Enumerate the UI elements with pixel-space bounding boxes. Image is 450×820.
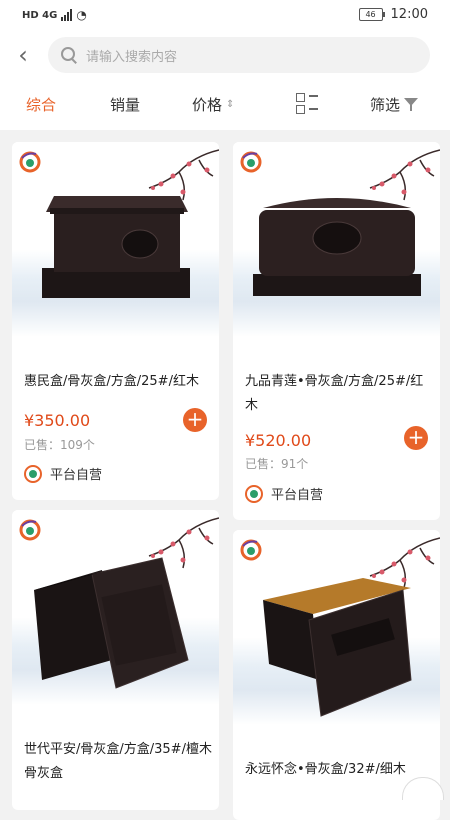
- sort-price-label: 价格: [192, 96, 223, 114]
- product-image: [12, 142, 219, 337]
- network-label: HD 4G: [22, 9, 58, 21]
- header: ‹ 请输入搜索内容: [0, 32, 450, 78]
- product-card[interactable]: 九品青莲•骨灰盒/方盒/25#/红木 ¥520.00 + 已售：91个 平台自营: [233, 142, 440, 520]
- battery-icon: 46: [358, 8, 385, 21]
- sort-price[interactable]: 价格 ⇕: [192, 94, 234, 115]
- product-name: 永远怀念•骨灰盒/32#/细木: [245, 762, 406, 777]
- seller-tag: 平台自营: [245, 484, 323, 503]
- product-price: ¥520.00: [245, 431, 312, 450]
- product-card[interactable]: 惠民盒/骨灰盒/方盒/25#/红木 ¥350.00 + 已售：109个 平台自营: [12, 142, 219, 500]
- clock: 12:00: [390, 7, 428, 22]
- urn-box-illustration: [34, 557, 189, 689]
- urn-box-illustration: [42, 196, 190, 298]
- product-price: ¥350.00: [24, 411, 91, 430]
- product-card[interactable]: 世代平安/骨灰盒/方盒/35#/檀木骨灰盒: [12, 510, 219, 810]
- search-icon: [60, 46, 78, 64]
- product-name: 惠民盒/骨灰盒/方盒/25#/红木: [24, 374, 199, 389]
- status-right: 46 12:00: [358, 7, 428, 22]
- product-card[interactable]: 永远怀念•骨灰盒/32#/细木: [233, 530, 440, 820]
- product-name: 九品青莲•骨灰盒/方盒/25#/红木: [245, 374, 424, 413]
- seller-tag: 平台自营: [24, 464, 102, 483]
- sort-bar: 综合 销量 价格 ⇕ 筛选: [0, 78, 450, 130]
- back-icon[interactable]: ‹: [8, 40, 38, 70]
- seller-label: 平台自营: [271, 488, 324, 503]
- urn-box-illustration: [263, 578, 412, 717]
- sold-count: 已售：91个: [245, 457, 309, 471]
- sort-comprehensive[interactable]: 综合: [26, 94, 56, 115]
- sold-count: 已售：109个: [24, 438, 95, 452]
- sort-comprehensive-label: 综合: [26, 96, 57, 114]
- sort-sales-label: 销量: [110, 96, 141, 114]
- status-left: HD 4G ◔: [22, 8, 87, 22]
- funnel-icon: [404, 97, 419, 112]
- seller-logo-icon: [24, 464, 42, 483]
- filter-label: 筛选: [370, 96, 401, 114]
- product-image: [233, 142, 440, 337]
- seller-logo-icon: [245, 484, 263, 503]
- filter-button[interactable]: 筛选: [370, 94, 419, 115]
- search-placeholder: 请输入搜索内容: [86, 49, 178, 65]
- search-input[interactable]: 请输入搜索内容: [48, 37, 430, 73]
- wifi-icon: ◔: [76, 8, 87, 22]
- product-image: [12, 510, 219, 705]
- add-to-cart-button[interactable]: +: [183, 408, 207, 432]
- layout-toggle-icon[interactable]: [296, 93, 318, 115]
- urn-box-illustration: [253, 198, 421, 296]
- product-name: 世代平安/骨灰盒/方盒/35#/檀木骨灰盒: [24, 742, 212, 781]
- status-bar: HD 4G ◔ 46 12:00: [0, 0, 450, 32]
- add-to-cart-button[interactable]: +: [404, 426, 428, 450]
- product-image: [233, 530, 440, 725]
- sort-arrows-icon: ⇕: [226, 99, 235, 110]
- signal-icon: [61, 9, 73, 21]
- sort-sales[interactable]: 销量: [110, 94, 140, 115]
- seller-label: 平台自营: [50, 468, 103, 483]
